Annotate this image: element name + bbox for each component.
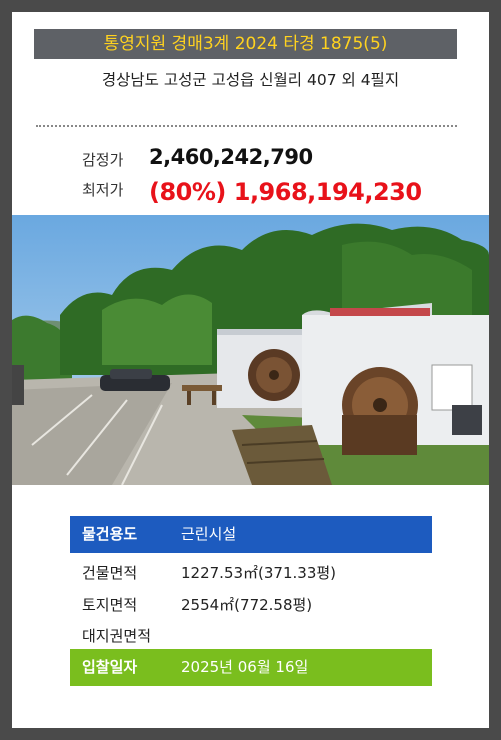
auction-card: 통영지원 경매3계 2024 타경 1875(5) 경상남도 고성군 고성읍 신…	[12, 12, 489, 728]
appraisal-value: 2,460,242,790	[149, 145, 313, 169]
minimum-price-value: (80%) 1,968,194,230	[149, 178, 422, 206]
minimum-price-label: 최저가	[82, 181, 124, 199]
usage-row: 물건용도 근린시설	[70, 516, 432, 553]
bid-date-value: 2025년 06월 16일	[181, 658, 309, 676]
bid-date-row: 입찰일자 2025년 06월 16일	[70, 649, 432, 686]
bid-date-label: 입찰일자	[82, 658, 138, 676]
appraisal-label: 감정가	[82, 151, 124, 169]
dotted-divider	[36, 125, 457, 127]
usage-label: 물건용도	[82, 525, 138, 543]
usage-value: 근린시설	[181, 525, 237, 543]
property-photo	[12, 215, 489, 485]
case-title: 통영지원 경매3계 2024 타경 1875(5)	[34, 29, 457, 59]
property-address: 경상남도 고성군 고성읍 신월리 407 외 4필지	[101, 71, 400, 89]
